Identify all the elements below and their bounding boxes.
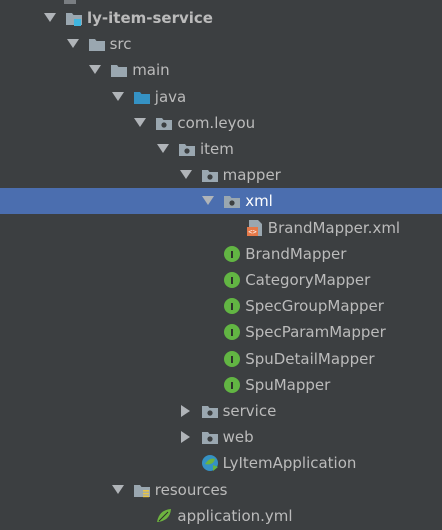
collapse-arrow-icon[interactable] [179,424,193,450]
arrow-spacer [201,346,215,372]
tree-row-folder-src[interactable]: src [0,31,442,57]
tree-row-package-service[interactable]: service [0,398,442,424]
package-icon [201,402,219,420]
expand-arrow-icon[interactable] [156,136,170,162]
package-icon [223,192,241,210]
collapse-arrow-icon[interactable] [179,398,193,424]
tree-row-interface-brandmapper[interactable]: I BrandMapper [0,241,442,267]
tree-row-label: xml [245,192,273,211]
arrow-spacer [201,293,215,319]
package-icon [201,428,219,446]
tree-row-label: SpuMapper [245,375,331,394]
xml-file-icon: <> [246,219,264,237]
svg-text:I: I [230,250,234,261]
expand-arrow-icon[interactable] [111,477,125,503]
scroll-edge [64,0,76,4]
tree-row-label: SpecParamMapper [245,323,386,342]
spring-yml-icon [155,507,173,525]
tree-row-label: SpecGroupMapper [245,297,384,316]
folder-icon [110,61,128,79]
arrow-spacer [224,215,238,241]
folder-icon [88,35,106,53]
tree-row-label: service [222,402,277,420]
tree-row-package-xml[interactable]: xml [0,188,442,215]
tree-row-label: SpuDetailMapper [245,349,375,368]
svg-text:I: I [230,381,234,392]
package-icon [155,114,173,132]
tree-row-label: ly-item-service [87,9,213,27]
arrow-spacer [201,319,215,345]
expand-arrow-icon[interactable] [133,110,147,136]
svg-text:I: I [230,276,234,287]
interface-icon: I [223,350,241,368]
svg-text:I: I [230,355,234,366]
tree-row-package-item[interactable]: item [0,136,442,162]
expand-arrow-icon[interactable] [111,84,125,110]
svg-text:<>: <> [248,228,256,236]
svg-text:I: I [230,328,234,339]
tree-row-label: src [109,35,132,54]
tree-row-label: LyItemApplication [222,454,357,473]
interface-icon: I [223,323,241,341]
arrow-spacer [201,241,215,267]
tree-row-interface-spumapper[interactable]: I SpuMapper [0,372,442,398]
tree-row-module-ly-item-service[interactable]: ly-item-service [0,5,442,31]
tree-row-label: web [222,428,254,447]
tree-row-folder-java[interactable]: java [0,84,442,110]
expand-arrow-icon[interactable] [179,162,193,188]
tree-row-package-com-leyou[interactable]: com.leyou [0,110,442,136]
arrow-spacer [201,372,215,398]
expand-arrow-icon[interactable] [88,57,102,83]
arrow-spacer [133,503,147,529]
interface-icon: I [223,297,241,315]
expand-arrow-icon[interactable] [66,31,80,57]
package-icon [201,166,219,184]
tree-row-file-brandmapper-xml[interactable]: <> BrandMapper.xml [0,215,442,241]
tree-row-interface-specgroupmapper[interactable]: I SpecGroupMapper [0,293,442,319]
module-folder-icon [65,9,83,27]
tree-row-folder-main[interactable]: main [0,57,442,83]
tree-row-file-application-yml[interactable]: application.yml [0,503,442,529]
arrow-spacer [179,450,193,476]
tree-row-label: CategoryMapper [245,271,371,289]
tree-row-interface-categorymapper[interactable]: I CategoryMapper [0,267,442,293]
resources-folder-icon [133,481,151,499]
tree-row-label: item [200,140,234,158]
tree-row-interface-specparammapper[interactable]: I SpecParamMapper [0,319,442,345]
tree-row-label: resources [154,480,228,499]
tree-row-label: java [154,87,187,106]
tree-row-label: com.leyou [177,113,256,132]
tree-row-class-lyitemapplication[interactable]: LyItemApplication [0,450,442,476]
package-icon [178,140,196,158]
expand-arrow-icon[interactable] [43,5,57,31]
spring-boot-app-icon [201,454,219,472]
tree-row-folder-resources[interactable]: resources [0,477,442,503]
tree-row-package-mapper[interactable]: mapper [0,162,442,188]
source-folder-icon [133,88,151,106]
tree-row-label: application.yml [177,506,293,525]
tree-row-label: mapper [222,166,281,185]
project-tree: ly-item-service src main java com.leyou item m… [0,0,442,530]
tree-row-package-web[interactable]: web [0,424,442,450]
interface-icon: I [223,376,241,394]
interface-icon: I [223,271,241,289]
arrow-spacer [201,267,215,293]
tree-row-label: main [132,61,170,80]
tree-row-label: BrandMapper.xml [267,218,401,237]
interface-icon: I [223,245,241,263]
tree-row-interface-spudetailmapper[interactable]: I SpuDetailMapper [0,346,442,372]
tree-row-label: BrandMapper [245,244,347,263]
expand-arrow-icon[interactable] [201,188,215,214]
svg-text:I: I [230,302,234,313]
